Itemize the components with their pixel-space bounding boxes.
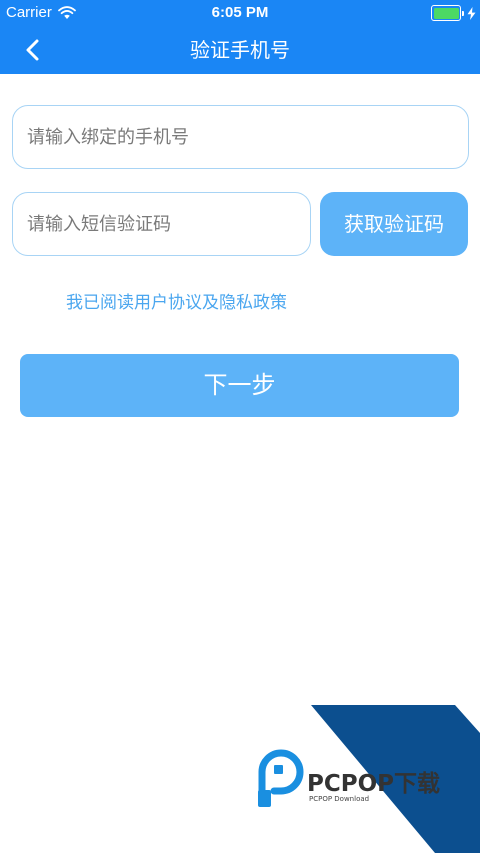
header-bar: Carrier 6:05 PM 验证手机号: [0, 0, 480, 74]
get-code-button[interactable]: 获取验证码: [320, 192, 468, 256]
status-time: 6:05 PM: [211, 4, 269, 21]
battery-indicator: [431, 5, 476, 21]
watermark-brand: PCPOP下载: [307, 771, 440, 797]
battery-icon: [431, 5, 461, 21]
sms-code-field: [12, 192, 311, 256]
page-title: 验证手机号: [190, 38, 290, 62]
watermark-band: [311, 705, 480, 853]
status-bar: Carrier 6:05 PM: [0, 0, 480, 26]
pcpop-logo-icon: [258, 749, 304, 807]
battery-fill: [433, 7, 459, 19]
phone-number-field: [12, 105, 469, 169]
next-step-button[interactable]: 下一步: [20, 354, 459, 417]
nav-bar: 验证手机号: [0, 26, 480, 74]
charging-bolt-icon: [467, 6, 476, 20]
watermark-subtitle: PCPOP Download: [309, 795, 369, 803]
agreement-link[interactable]: 我已阅读用户协议及隐私政策: [66, 291, 287, 315]
sms-code-input[interactable]: [13, 193, 310, 255]
phone-number-input[interactable]: [13, 106, 468, 168]
battery-cap: [462, 10, 464, 16]
